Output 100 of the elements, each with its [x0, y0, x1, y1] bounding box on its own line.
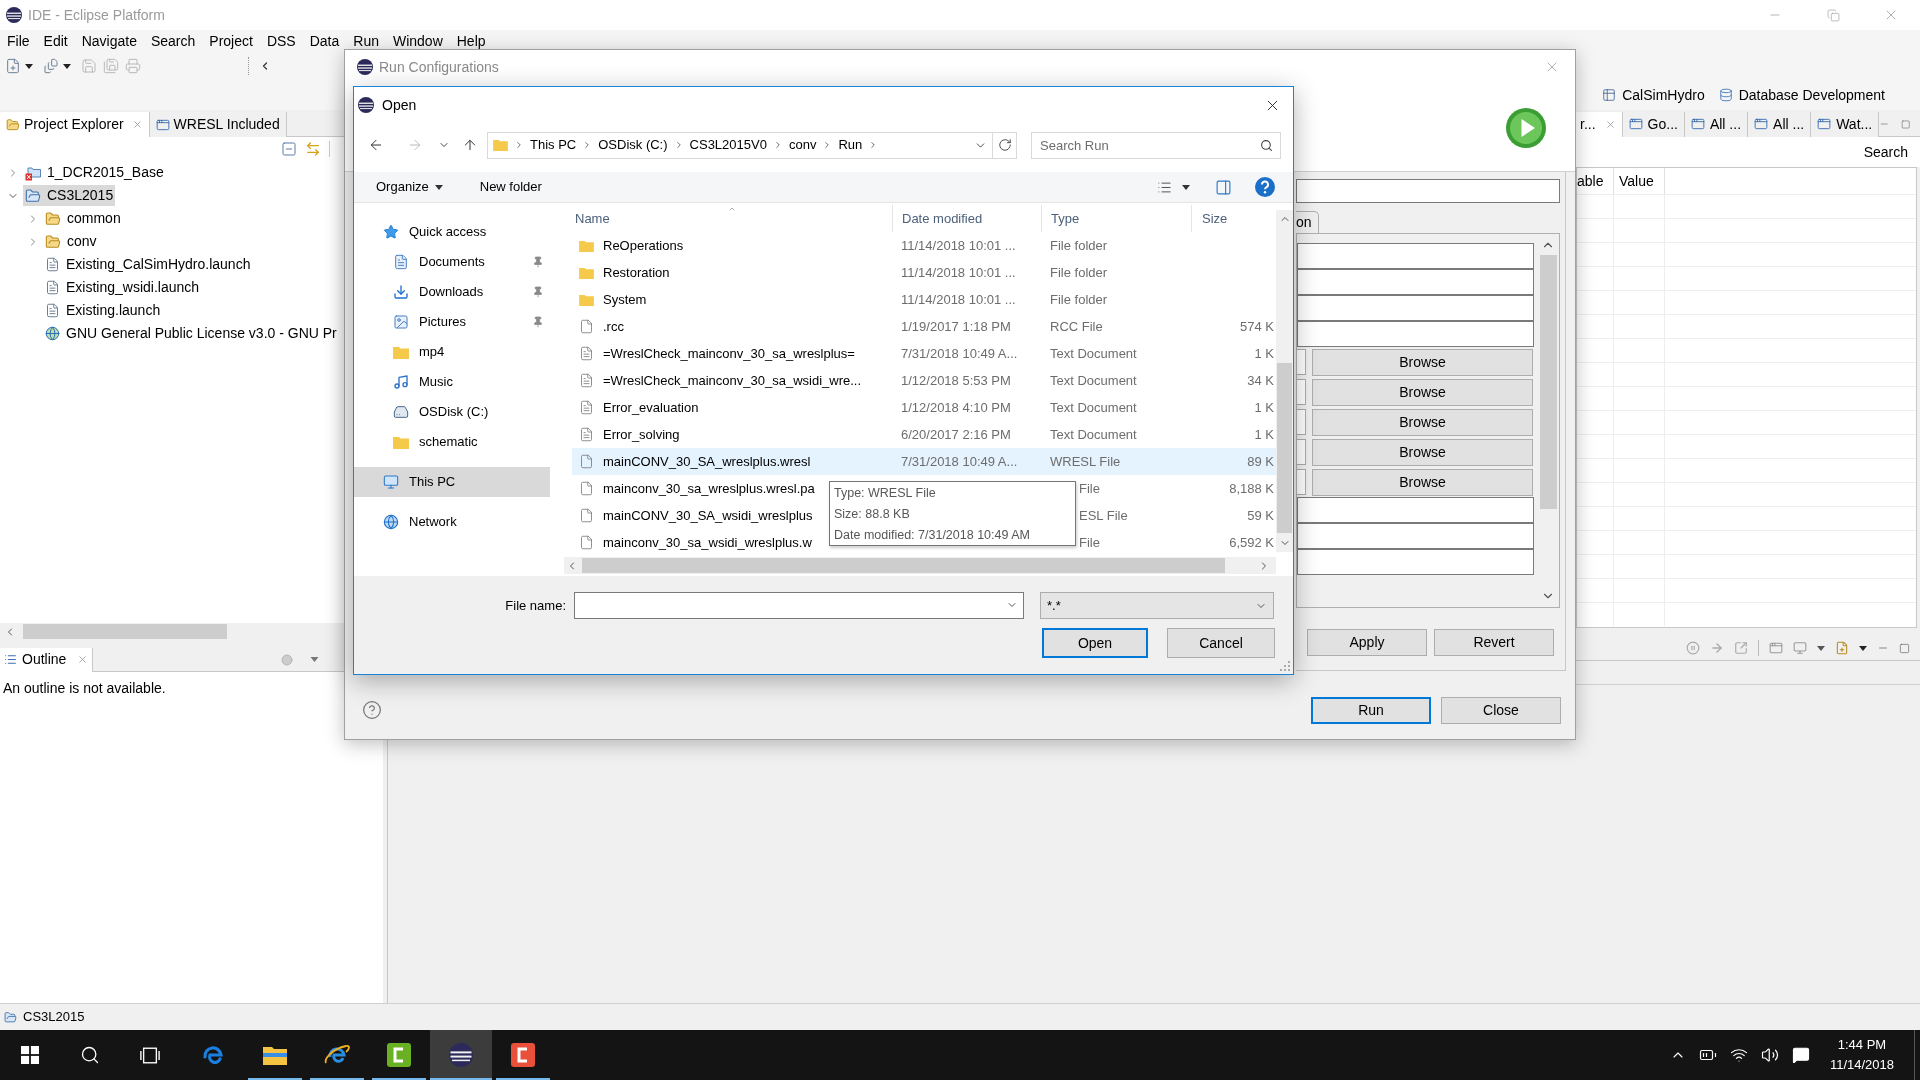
pause-icon[interactable] [1686, 641, 1700, 655]
breadcrumb-item[interactable]: OSDisk (C:) [598, 135, 668, 155]
view-tab[interactable]: Go... [1622, 111, 1685, 137]
menu-item[interactable]: Run [346, 30, 386, 52]
vertical-scrollbar[interactable] [1276, 210, 1293, 552]
nav-item[interactable]: Documents [354, 247, 550, 277]
input-field[interactable] [1297, 523, 1534, 549]
taskbar-app-button[interactable] [430, 1030, 492, 1080]
close-icon[interactable] [1604, 118, 1616, 130]
input-field[interactable] [1297, 409, 1306, 435]
dialog-button[interactable]: Open [1042, 628, 1148, 658]
new-file-icon[interactable] [1835, 641, 1849, 655]
horizontal-scrollbar[interactable] [564, 557, 1276, 574]
browse-button[interactable]: Browse [1312, 438, 1533, 466]
nav-item[interactable]: Music [354, 367, 550, 397]
view-options-button[interactable] [1157, 179, 1190, 195]
config-tab[interactable]: on [1296, 211, 1319, 233]
command-button[interactable]: New folder [477, 174, 544, 200]
nav-item[interactable]: schematic [354, 427, 550, 457]
tree-item[interactable]: Existing.launch [43, 300, 163, 321]
input-field[interactable] [1297, 497, 1534, 523]
help-button[interactable] [1255, 177, 1275, 197]
address-bar[interactable]: This PC OSDisk (C:) CS3L2015V0 conv Run [487, 131, 993, 159]
column-header[interactable]: Type [1041, 205, 1191, 232]
dialog-button[interactable]: Apply [1307, 629, 1427, 656]
input-field[interactable] [1297, 269, 1534, 295]
collapse-all-button[interactable] [281, 141, 297, 157]
menu-item[interactable]: Data [302, 30, 347, 52]
nav-item[interactable]: mp4 [354, 337, 550, 367]
column-header[interactable]: Name [572, 205, 892, 232]
export-icon[interactable] [1734, 641, 1748, 655]
monitor-icon[interactable] [1793, 641, 1807, 655]
file-type-dropdown[interactable]: *.* [1040, 592, 1274, 619]
input-field[interactable] [1297, 379, 1306, 405]
view-tab[interactable]: Outline [0, 647, 94, 672]
scrollbar-thumb[interactable] [23, 624, 227, 639]
scrollbar-thumb[interactable] [1277, 363, 1292, 533]
view-tab[interactable]: Wat... [1811, 111, 1880, 137]
menu-item[interactable]: Navigate [74, 30, 144, 52]
browse-button[interactable]: Browse [1312, 408, 1533, 436]
nav-item[interactable]: Pictures [354, 307, 550, 337]
file-row[interactable]: mainCONV_30_SA_wreslplus.wresl 7/31/2018 10:49 A... WRESL File 89 K [572, 448, 1276, 475]
close-icon[interactable] [131, 119, 143, 130]
browse-button[interactable]: Browse [1312, 378, 1533, 406]
input-field[interactable] [1297, 439, 1306, 465]
tree-item[interactable]: GNU General Public License v3.0 - GNU Pr [43, 323, 339, 344]
input-field[interactable] [1297, 349, 1306, 375]
menu-item[interactable]: File [0, 30, 37, 52]
column-header[interactable]: Value [1619, 170, 1654, 192]
search-field[interactable]: Search Run [1031, 131, 1281, 159]
maximize-icon[interactable] [1900, 118, 1910, 130]
save-button[interactable] [81, 58, 97, 74]
input-field[interactable] [1296, 179, 1560, 203]
perspective-button[interactable]: Database Development [1718, 84, 1885, 106]
nav-item[interactable]: Downloads [354, 277, 550, 307]
menu-item[interactable]: Help [449, 30, 493, 52]
breadcrumb-item[interactable]: conv [788, 135, 817, 155]
nav-item[interactable]: Quick access [354, 217, 550, 247]
preview-pane-button[interactable] [1215, 178, 1232, 196]
clock[interactable]: 1:44 PM 11/14/2018 [1823, 1035, 1901, 1075]
new-project-button[interactable] [43, 58, 59, 74]
tree-item[interactable]: common [43, 208, 123, 229]
refresh-button[interactable] [993, 131, 1017, 159]
menu-item[interactable]: Edit [36, 30, 75, 52]
tree-item[interactable]: Existing_wsidi.launch [43, 277, 202, 298]
dialog-button[interactable]: Cancel [1167, 628, 1275, 658]
save-all-button[interactable] [103, 58, 119, 74]
link-editor-button[interactable] [305, 141, 321, 157]
volume-icon[interactable] [1761, 1046, 1779, 1064]
window-icon[interactable] [1769, 641, 1783, 655]
scrollbar-thumb[interactable] [582, 558, 1225, 573]
browse-button[interactable]: Browse [1312, 348, 1533, 376]
breadcrumb-item[interactable]: This PC [530, 135, 577, 155]
nav-item[interactable]: OSDisk (C:) [354, 397, 550, 427]
maximize-icon[interactable] [1899, 642, 1910, 654]
input-field[interactable] [1297, 295, 1534, 321]
command-button[interactable]: Organize [374, 174, 445, 200]
tree-item[interactable]: 1_DCR2015_Base [23, 162, 166, 183]
menu-item[interactable]: Window [385, 30, 450, 52]
dialog-button[interactable]: Close [1441, 696, 1561, 724]
scrollbar-thumb[interactable] [1539, 255, 1557, 509]
notification-icon[interactable] [1792, 1046, 1810, 1064]
perspective-button[interactable]: CalSimHydro [1602, 84, 1705, 106]
menu-item[interactable]: DSS [259, 30, 303, 52]
view-tab[interactable]: All ... [1748, 111, 1812, 137]
input-field[interactable] [1297, 243, 1534, 269]
breadcrumb-item[interactable]: Run [838, 135, 863, 155]
help-icon[interactable] [362, 700, 382, 720]
menu-item[interactable]: Search [143, 30, 203, 52]
view-tab[interactable]: Project Explorer [0, 112, 150, 137]
tree-item[interactable]: CS3L2015 [23, 185, 116, 206]
tree-item[interactable]: conv [43, 231, 99, 252]
dialog-button[interactable]: Revert [1434, 629, 1554, 656]
tree-item[interactable]: Existing_CalSimHydro.launch [43, 254, 253, 275]
breadcrumb-item[interactable]: CS3L2015V0 [689, 135, 767, 155]
dialog-button[interactable]: Run [1311, 696, 1431, 724]
new-button[interactable] [5, 58, 21, 74]
input-field[interactable] [1297, 549, 1534, 575]
column-header[interactable]: able [1577, 170, 1604, 192]
nav-item[interactable]: Network [354, 507, 550, 537]
